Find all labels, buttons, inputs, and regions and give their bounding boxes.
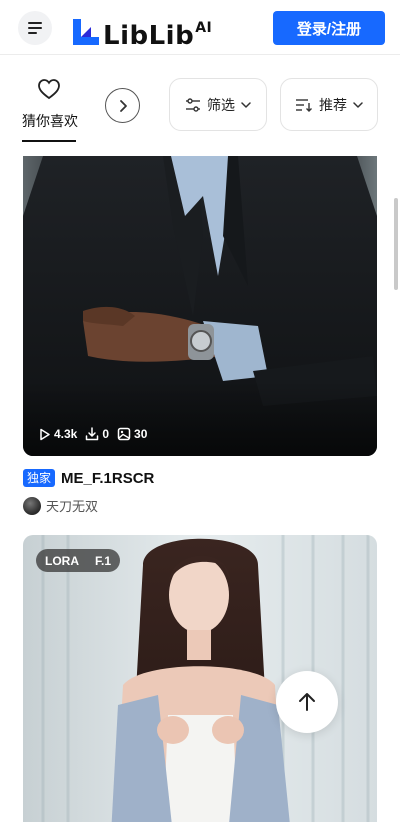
logo-mark-icon <box>73 19 99 45</box>
tab-label: 猜你喜欢 <box>22 113 78 129</box>
active-tab-indicator <box>22 140 76 142</box>
sort-icon <box>296 98 312 112</box>
logo-text: LibLibAI <box>103 20 213 51</box>
model-tags: LORA F.1 <box>36 549 121 572</box>
hamburger-icon <box>28 22 42 34</box>
model-title[interactable]: ME_F.1RSCR <box>61 470 154 487</box>
page: LibLibAI 登录/注册 猜你喜欢 筛选 推荐 4.3k 0 30 独家 M… <box>0 0 400 822</box>
liblib-logo[interactable]: LibLibAI <box>71 13 212 51</box>
next-category-button[interactable] <box>105 88 140 123</box>
filter-bar: 猜你喜欢 筛选 推荐 <box>0 56 400 154</box>
heart-icon <box>38 79 60 100</box>
views-stat: 4.3k <box>38 427 77 441</box>
downloads-stat: 0 <box>85 427 109 441</box>
filter-button[interactable]: 筛选 <box>169 78 267 131</box>
back-to-top-button[interactable] <box>276 671 338 733</box>
play-icon <box>40 428 50 440</box>
filter-label: 筛选 <box>207 96 235 113</box>
model-preview-image <box>23 156 377 456</box>
chevron-down-icon <box>241 101 251 108</box>
author-name[interactable]: 天刀无双 <box>46 496 98 515</box>
scrollbar[interactable] <box>394 198 398 290</box>
sliders-icon <box>186 97 200 112</box>
sort-button[interactable]: 推荐 <box>280 78 378 131</box>
top-header: LibLibAI 登录/注册 <box>0 0 400 55</box>
chevron-right-icon <box>119 99 127 112</box>
image-icon <box>117 427 131 441</box>
arrow-up-icon <box>299 693 315 711</box>
images-stat: 30 <box>117 427 147 441</box>
tag-base-model: F.1 <box>95 553 112 568</box>
card-stats: 4.3k 0 30 <box>38 427 147 441</box>
model-card-image[interactable] <box>23 156 377 456</box>
views-count: 4.3k <box>54 427 78 441</box>
card-title-row[interactable]: 独家 ME_F.1RSCR <box>23 469 154 487</box>
exclusive-badge: 独家 <box>23 469 56 487</box>
sort-label: 推荐 <box>319 96 347 113</box>
author-row[interactable]: 天刀无双 <box>23 496 98 515</box>
avatar[interactable] <box>23 496 41 515</box>
tab-guess-you-like[interactable]: 猜你喜欢 <box>22 78 78 131</box>
login-register-button[interactable]: 登录/注册 <box>273 11 385 45</box>
images-count: 30 <box>134 427 148 441</box>
menu-button[interactable] <box>18 11 52 45</box>
chevron-down-icon <box>353 101 363 108</box>
downloads-count: 0 <box>102 427 110 441</box>
download-icon <box>86 427 99 441</box>
tag-type: LORA <box>45 553 79 568</box>
